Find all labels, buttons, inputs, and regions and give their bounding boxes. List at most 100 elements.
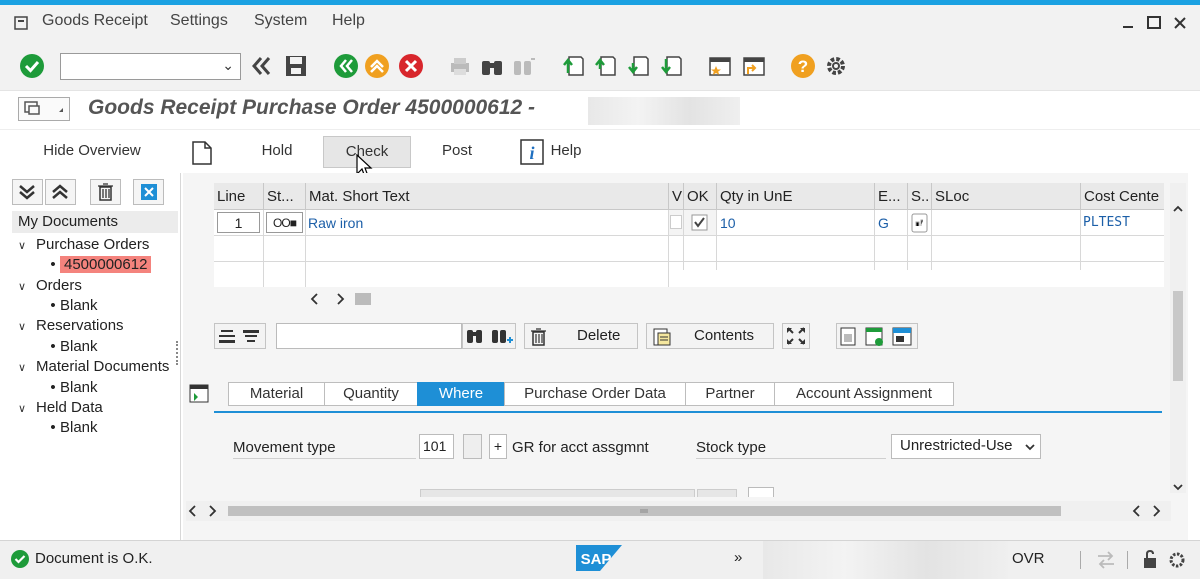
ok-cell[interactable] (684, 210, 717, 236)
horizontal-scrollbar[interactable] (186, 501, 1171, 521)
column-header-line[interactable]: Line (214, 183, 264, 210)
find-icon[interactable] (479, 53, 505, 79)
tree-node-held-data[interactable]: ∨ Held Data (18, 398, 103, 419)
expanded-chevron-icon[interactable]: ∨ (18, 399, 36, 419)
lock-icon[interactable] (1141, 548, 1159, 570)
back-icon[interactable] (333, 53, 359, 79)
expanded-chevron-icon[interactable]: ∨ (18, 358, 36, 378)
movement-type-field[interactable]: 101 (419, 434, 454, 459)
fullscreen-button[interactable] (782, 323, 810, 349)
last-page-icon[interactable] (659, 53, 685, 79)
create-session-icon[interactable] (707, 53, 733, 79)
tab-where[interactable]: Where (417, 382, 505, 406)
exit-icon[interactable] (364, 53, 390, 79)
table-row[interactable]: 1 (214, 210, 264, 236)
selected-document[interactable]: 4500000612 (60, 256, 152, 273)
close-overview-button[interactable] (133, 179, 164, 205)
help-button[interactable]: Help (546, 136, 586, 168)
material-text-cell[interactable]: Raw iron (306, 210, 669, 236)
column-header-cost-center[interactable]: Cost Cente (1081, 183, 1164, 210)
gear-icon[interactable] (823, 53, 849, 79)
tree-root-my-documents[interactable]: My Documents (12, 211, 178, 233)
cost-center-cell[interactable]: PLTEST (1081, 210, 1164, 236)
column-header-ok[interactable]: OK (684, 183, 717, 210)
menu-system[interactable]: System (254, 12, 307, 30)
menu-goods-receipt[interactable]: Goods Receipt (42, 12, 148, 30)
cancel-icon[interactable] (398, 53, 424, 79)
stock-type-select[interactable]: Unrestricted-Use (891, 434, 1041, 459)
options-icon[interactable] (1165, 550, 1189, 570)
item-search-input[interactable] (276, 323, 462, 349)
chevron-down-icon[interactable]: ⌄ (222, 57, 234, 74)
ok-checkbox[interactable] (684, 210, 717, 236)
first-page-icon[interactable] (561, 53, 587, 79)
expanded-chevron-icon[interactable]: ∨ (18, 317, 36, 337)
column-header-unit[interactable]: E... (875, 183, 908, 210)
movement-type-indicator[interactable] (463, 434, 482, 459)
tab-quantity[interactable]: Quantity (324, 382, 418, 406)
new-document-icon[interactable] (190, 140, 214, 166)
plus-button[interactable]: + (489, 434, 507, 459)
detail-toggle-icon[interactable] (188, 382, 210, 404)
minimize-icon[interactable] (1120, 15, 1136, 31)
column-header-status[interactable]: St... (264, 183, 306, 210)
double-left-arrow-icon[interactable] (249, 53, 275, 79)
tree-node-orders[interactable]: ∨ Orders (18, 276, 82, 297)
tab-purchase-order-data[interactable]: Purchase Order Data (504, 382, 686, 406)
generate-shortcut-icon[interactable] (741, 53, 767, 79)
vertical-scrollbar[interactable] (1170, 183, 1186, 493)
line-number-field[interactable]: 1 (217, 212, 260, 233)
command-field[interactable]: ⌄ (60, 53, 241, 80)
maximize-icon[interactable] (1146, 15, 1162, 31)
column-header-qty[interactable]: Qty in UnE (717, 183, 875, 210)
tree-node-reservations[interactable]: ∨ Reservations (18, 316, 124, 337)
tree-leaf-blank[interactable]: • Blank (46, 418, 97, 438)
collapse-all-button[interactable] (45, 179, 76, 205)
enter-checkmark-icon[interactable] (19, 53, 45, 79)
close-icon[interactable] (1172, 15, 1188, 31)
screen-menu-button[interactable] (18, 97, 70, 121)
table-horizontal-scroll[interactable] (308, 290, 378, 308)
hide-overview-button[interactable]: Hide Overview (30, 136, 154, 168)
item-actions-group (836, 323, 918, 349)
movement-type-label: Movement type (233, 439, 416, 459)
tree-node-material-documents[interactable]: ∨ Material Documents (18, 357, 169, 378)
tree-leaf-purchase-order[interactable]: • 4500000612 (46, 255, 152, 275)
sloc-cell[interactable] (932, 210, 1081, 236)
delete-document-button[interactable] (90, 179, 121, 205)
next-page-icon[interactable] (626, 53, 652, 79)
column-header-material-text[interactable]: Mat. Short Text (306, 183, 669, 210)
partial-field (697, 489, 737, 497)
menu-bar: Goods Receipt Settings System Help (0, 5, 1200, 41)
status-message[interactable]: Document is O.K. (35, 550, 153, 567)
previous-page-icon[interactable] (593, 53, 619, 79)
tree-leaf-blank[interactable]: • Blank (46, 296, 97, 316)
column-header-v[interactable]: V (669, 183, 684, 210)
tree-leaf-blank[interactable]: • Blank (46, 378, 97, 398)
expanded-chevron-icon[interactable]: ∨ (18, 236, 36, 256)
info-icon[interactable]: i (520, 139, 544, 165)
quantity-cell[interactable]: 10 (717, 210, 875, 236)
tab-material[interactable]: Material (228, 382, 325, 406)
help-icon[interactable]: ? (790, 53, 816, 79)
column-header-sloc[interactable]: SLoc (932, 183, 1081, 210)
contents-button[interactable]: Contents (646, 323, 774, 349)
save-icon[interactable] (283, 53, 309, 79)
menu-settings[interactable]: Settings (170, 12, 228, 30)
expand-status-icon[interactable]: » (734, 549, 742, 566)
tree-node-purchase-orders[interactable]: ∨ Purchase Orders (18, 235, 149, 256)
delete-item-button[interactable]: Delete (524, 323, 638, 349)
find-icon (467, 330, 482, 343)
tab-account-assignment[interactable]: Account Assignment (774, 382, 954, 406)
unit-cell[interactable]: G (875, 210, 908, 236)
hold-button[interactable]: Hold (247, 136, 307, 168)
tree-leaf-blank[interactable]: • Blank (46, 337, 97, 357)
column-header-s[interactable]: S.. (908, 183, 932, 210)
post-button[interactable]: Post (426, 136, 488, 168)
expand-all-button[interactable] (12, 179, 43, 205)
tab-partner[interactable]: Partner (685, 382, 775, 406)
chevron-down-icon[interactable] (1024, 441, 1036, 453)
expanded-chevron-icon[interactable]: ∨ (18, 277, 36, 297)
splitter-handle[interactable] (176, 341, 179, 365)
menu-help[interactable]: Help (332, 12, 365, 30)
